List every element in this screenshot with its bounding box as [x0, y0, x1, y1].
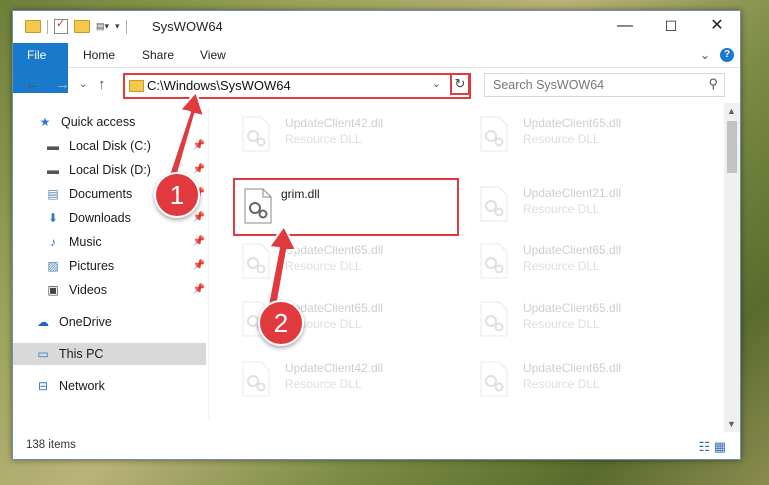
- step-2-badge: 2: [258, 300, 304, 346]
- step-1-badge: 1: [154, 172, 200, 218]
- annotation-overlay: [167, 91, 297, 307]
- annotation-arrow-1: [167, 91, 205, 181]
- annotation-arrow-2: [267, 225, 297, 307]
